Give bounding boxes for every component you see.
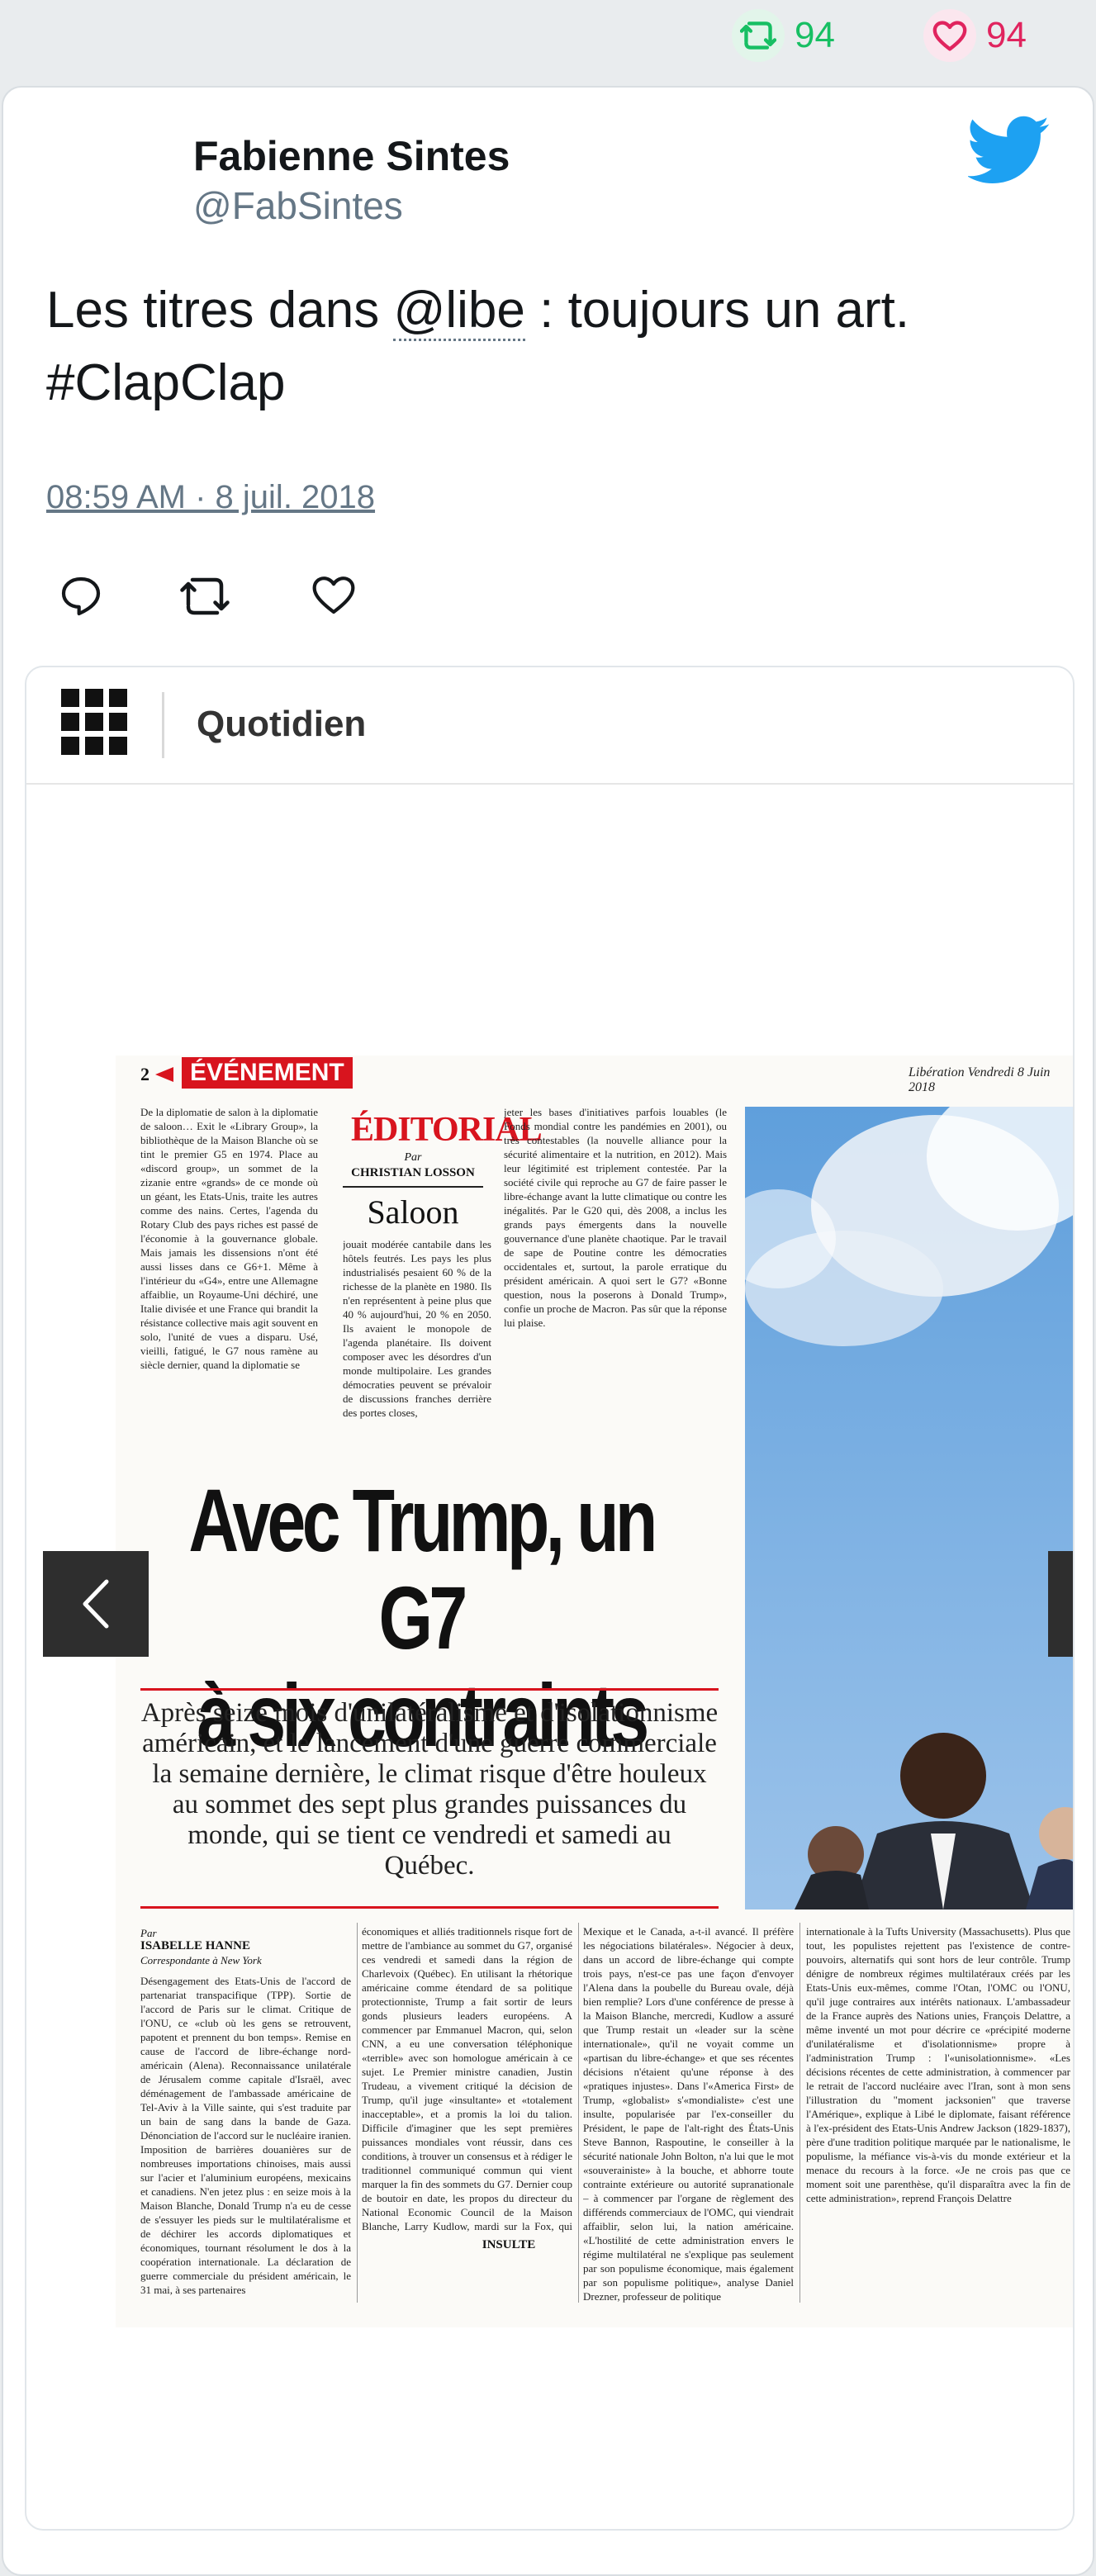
headline-deck: Après seize mois d'unilatéralisme et d'i… (140, 1698, 719, 1881)
intro-column-1: De la diplomatie de salon à la diplomati… (140, 1106, 318, 1371)
summit-photo (745, 1107, 1073, 1909)
viewer-toolbar: Quotidien (26, 667, 1073, 785)
retweet-icon (180, 577, 230, 615)
like-icon (312, 576, 355, 614)
page-date-line: Libération Vendredi 8 Juin 2018 (909, 1065, 1051, 1094)
byline-role: Correspondante à New York (140, 1954, 262, 1966)
retweet-count: 94 (795, 15, 835, 55)
grid-menu-icon[interactable] (61, 689, 127, 755)
intro-column-3: jeter les bases d'initiatives parfois lo… (504, 1106, 727, 1329)
mention-link[interactable]: @libe (393, 282, 525, 341)
byline-name: ISABELLE HANNE (140, 1939, 250, 1952)
retweet-button[interactable] (180, 573, 230, 623)
retweet-count-stat[interactable]: 94 (732, 7, 835, 64)
body-column-1: Désengagement des Etats-Unis de l'accord… (140, 1975, 351, 2296)
heart-icon (923, 9, 976, 62)
column-divider (799, 1923, 800, 2303)
reply-button[interactable] (58, 573, 107, 623)
body-column-2: économiques et alliés traditionnels risq… (362, 1925, 572, 2232)
editorial-author: CHRISTIAN LOSSON (351, 1166, 475, 1179)
page-number: 2 (140, 1064, 149, 1084)
body-column-3: Mexique et le Canada, a-t-il avancé. Il … (583, 1925, 794, 2303)
author-handle[interactable]: @FabSintes (193, 183, 403, 228)
previous-page-button[interactable] (43, 1551, 149, 1657)
like-count: 94 (986, 15, 1027, 55)
editorial-title: Saloon (367, 1193, 459, 1231)
headline-line-1: Avec Trump, un G7 (188, 1470, 657, 1668)
editorial-rule (343, 1186, 483, 1188)
like-count-stat[interactable]: 94 (923, 7, 1027, 64)
like-button[interactable] (311, 573, 360, 623)
byline-par: Par (140, 1927, 157, 1939)
section-badge: ÉVÉNEMENT (182, 1057, 353, 1089)
tweet-timestamp[interactable]: 08:59 AM · 8 juil. 2018 (46, 479, 375, 516)
next-page-button[interactable] (1048, 1551, 1073, 1657)
reply-icon (61, 576, 101, 616)
subhead-insulte: INSULTE (482, 2238, 536, 2251)
body-column-4: internationale à la Tufts University (Ma… (806, 1925, 1070, 2204)
deck-rule-top (140, 1688, 719, 1691)
embedded-media-viewer: Quotidien 2 ÉVÉNEMENT Libération Vendred… (25, 666, 1075, 2531)
tweet-text-before: Les titres dans (46, 282, 394, 339)
author-name[interactable]: Fabienne Sintes (193, 132, 510, 180)
editorial-par: Par (404, 1151, 422, 1164)
intro-column-2: jouait modérée cantabile dans les hôtels… (343, 1238, 491, 1419)
section-title: Quotidien (197, 704, 367, 744)
column-divider (357, 1923, 358, 2303)
column-divider (578, 1923, 579, 2303)
twitter-bird-icon[interactable] (966, 116, 1051, 185)
section-arrow-icon (155, 1067, 173, 1082)
deck-rule-bottom (140, 1906, 719, 1909)
retweet-icon (732, 9, 785, 62)
editorial-label: ÉDITORIAL (351, 1111, 543, 1149)
chevron-left-icon (83, 1579, 109, 1629)
tweet-stats-bar: 94 94 (0, 0, 1096, 74)
toolbar-divider (162, 692, 164, 758)
newspaper-page: 2 ÉVÉNEMENT Libération Vendredi 8 Juin 2… (116, 1056, 1073, 2327)
tweet-text: Les titres dans @libe : toujours un art.… (46, 274, 1054, 420)
